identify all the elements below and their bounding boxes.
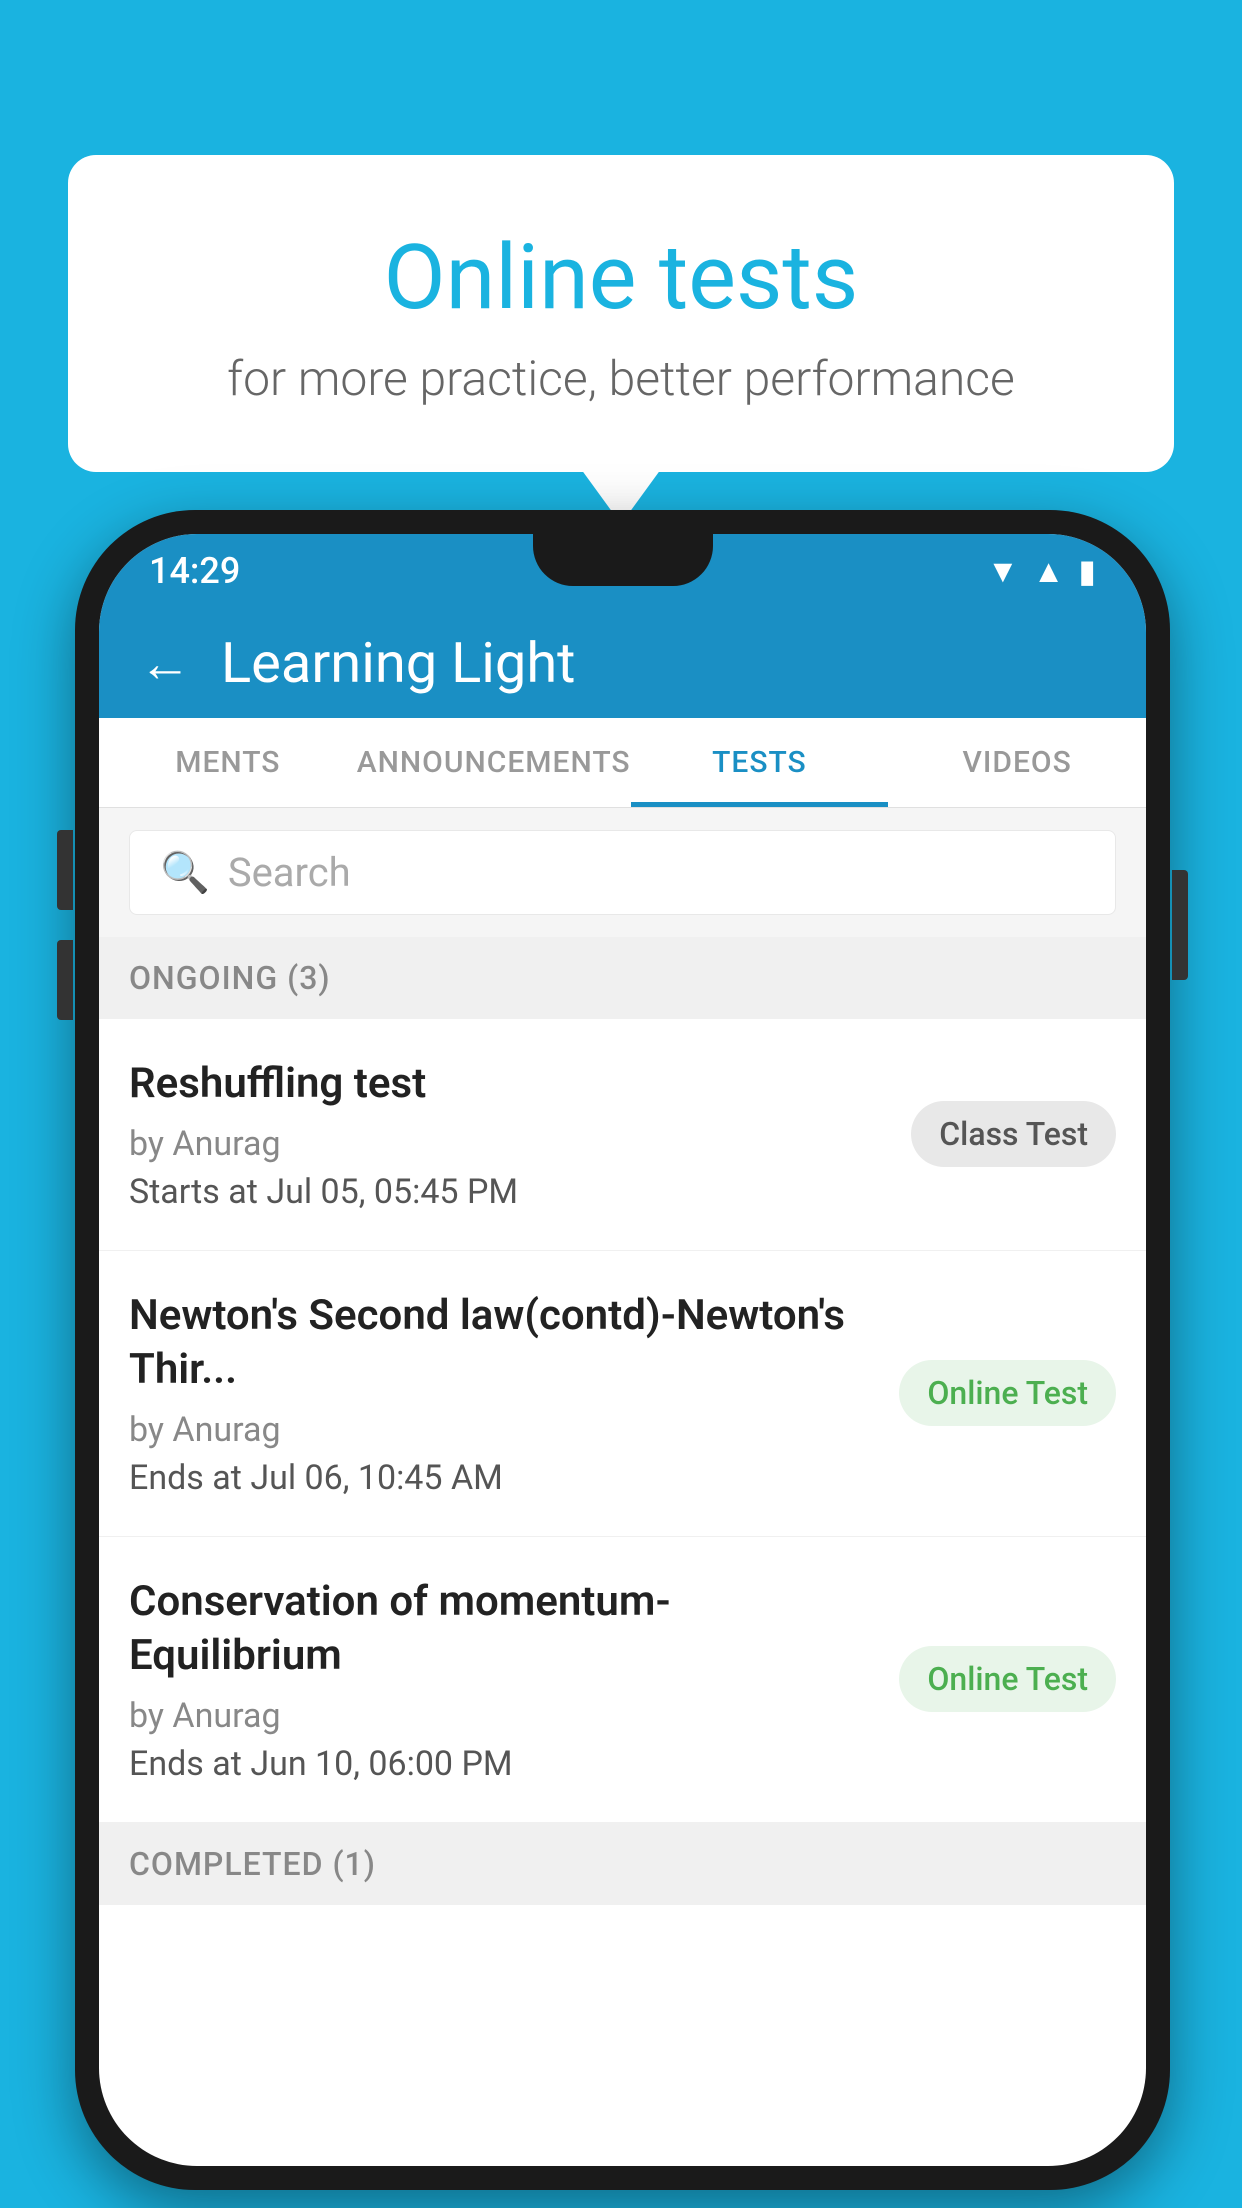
tab-tests[interactable]: TESTS <box>631 718 889 807</box>
promo-subtitle: for more practice, better performance <box>148 350 1094 407</box>
promo-card: Online tests for more practice, better p… <box>68 155 1174 472</box>
tab-ments[interactable]: MENTS <box>99 718 357 807</box>
test-info-1: Reshuffling test by Anurag Starts at Jul… <box>129 1057 891 1212</box>
tab-videos[interactable]: VIDEOS <box>888 718 1146 807</box>
battery-icon: ▮ <box>1078 552 1096 590</box>
status-time: 14:29 <box>149 550 240 592</box>
test-item-2[interactable]: Newton's Second law(contd)-Newton's Thir… <box>99 1251 1146 1537</box>
search-bar-container: 🔍 Search <box>99 808 1146 937</box>
test-info-2: Newton's Second law(contd)-Newton's Thir… <box>129 1289 879 1498</box>
volume-down-button <box>57 940 73 1020</box>
test-name-3: Conservation of momentum-Equilibrium <box>129 1575 879 1684</box>
power-button <box>1172 870 1188 980</box>
completed-section-header: COMPLETED (1) <box>99 1823 1146 1905</box>
test-item-3[interactable]: Conservation of momentum-Equilibrium by … <box>99 1537 1146 1823</box>
back-button[interactable]: ← <box>139 633 191 694</box>
test-by-2: by Anurag <box>129 1410 879 1450</box>
phone-screen: 14:29 ▼ ▲ ▮ ← Learning Light MENTS ANNOU… <box>99 534 1146 2166</box>
test-time-3: Ends at Jun 10, 06:00 PM <box>129 1744 879 1784</box>
tab-announcements[interactable]: ANNOUNCEMENTS <box>357 718 631 807</box>
test-badge-1: Class Test <box>911 1101 1116 1167</box>
volume-up-button <box>57 830 73 910</box>
test-badge-2: Online Test <box>899 1360 1116 1426</box>
test-name-2: Newton's Second law(contd)-Newton's Thir… <box>129 1289 879 1398</box>
promo-title: Online tests <box>148 225 1094 330</box>
search-placeholder: Search <box>228 849 351 896</box>
wifi-icon: ▼ <box>987 552 1019 590</box>
app-title: Learning Light <box>221 630 575 696</box>
test-name-1: Reshuffling test <box>129 1057 891 1112</box>
notch <box>533 534 713 586</box>
search-icon: 🔍 <box>160 849 210 896</box>
test-by-3: by Anurag <box>129 1696 879 1736</box>
status-icons: ▼ ▲ ▮ <box>987 552 1096 590</box>
app-bar: ← Learning Light <box>99 608 1146 718</box>
test-time-2: Ends at Jul 06, 10:45 AM <box>129 1458 879 1498</box>
ongoing-section-header: ONGOING (3) <box>99 937 1146 1019</box>
test-item-1[interactable]: Reshuffling test by Anurag Starts at Jul… <box>99 1019 1146 1251</box>
phone-outer: 14:29 ▼ ▲ ▮ ← Learning Light MENTS ANNOU… <box>75 510 1170 2190</box>
test-time-1: Starts at Jul 05, 05:45 PM <box>129 1172 891 1212</box>
test-info-3: Conservation of momentum-Equilibrium by … <box>129 1575 879 1784</box>
test-by-1: by Anurag <box>129 1124 891 1164</box>
test-list: Reshuffling test by Anurag Starts at Jul… <box>99 1019 1146 1823</box>
search-input-wrapper[interactable]: 🔍 Search <box>129 830 1116 915</box>
signal-icon: ▲ <box>1033 552 1065 590</box>
phone-mockup: 14:29 ▼ ▲ ▮ ← Learning Light MENTS ANNOU… <box>75 510 1170 2190</box>
test-badge-3: Online Test <box>899 1646 1116 1712</box>
tab-bar: MENTS ANNOUNCEMENTS TESTS VIDEOS <box>99 718 1146 808</box>
